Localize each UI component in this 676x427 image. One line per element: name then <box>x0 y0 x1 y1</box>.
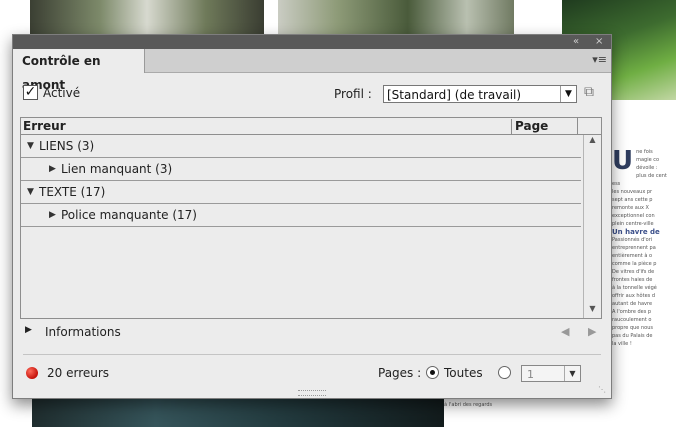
document-line: les nouveaux pr <box>612 189 653 195</box>
document-line: plein centre-ville <box>612 221 654 227</box>
document-line: A l'ombre des p <box>612 309 652 315</box>
document-line: comme la pièce p <box>612 261 657 267</box>
document-line: De vitres d'ifs de <box>612 269 655 275</box>
status-bar: 20 erreurs Pages : Toutes 1 ▼ <box>23 365 601 385</box>
panel-titlebar[interactable]: « × <box>13 35 611 49</box>
document-line: la ville ! <box>612 341 632 347</box>
chevron-down-icon: ▼ <box>560 86 576 102</box>
page-range-field[interactable]: 1 ▼ <box>521 365 581 382</box>
previous-arrow-icon[interactable]: ◀ <box>561 325 569 338</box>
document-subheading: Un havre de <box>612 228 660 236</box>
disclosure-closed-icon[interactable]: ▶ <box>49 158 56 180</box>
column-divider <box>577 118 578 134</box>
panel-menu-icon[interactable]: ▾≡ <box>592 53 607 66</box>
row-label: Lien manquant (3) <box>61 162 173 176</box>
close-icon[interactable]: × <box>595 35 603 49</box>
info-section: ▶ Informations ◀ ▶ <box>25 325 605 343</box>
profile-value: [Standard] (de travail) <box>387 88 522 102</box>
page-range-value: 1 <box>527 368 534 381</box>
next-arrow-icon[interactable]: ▶ <box>588 325 596 338</box>
active-checkbox[interactable]: ✓ <box>23 85 38 100</box>
table-row[interactable]: ▶ Police manquante (17) <box>21 204 581 227</box>
document-line: propre que nous <box>612 325 653 331</box>
document-line: autant de havre <box>612 301 653 307</box>
disclosure-open-icon[interactable]: ▼ <box>27 181 34 203</box>
table-row[interactable]: ▼ LIENS (3) <box>21 135 581 158</box>
all-pages-label: Toutes <box>444 366 483 380</box>
row-label: LIENS (3) <box>39 139 95 153</box>
document-line: entièrement à o <box>612 253 653 259</box>
table-body: ▼ LIENS (3) ▶ Lien manquant (3) ▼ TEXTE … <box>21 135 581 318</box>
document-text-column: U ne fois magie co dévoile : plus de cen… <box>612 148 674 418</box>
document-line: offrir aux hôtes d <box>612 293 656 299</box>
document-line: raucoulement o <box>612 317 652 323</box>
table-row[interactable]: ▼ TEXTE (17) <box>21 181 581 204</box>
options-row: ✓ Activé Profil : [Standard] (de travail… <box>23 84 602 107</box>
document-paragraph: Passionnés d'ori entreprennent pa entièr… <box>612 236 674 348</box>
profile-label: Profil : <box>334 87 372 101</box>
drop-cap: U <box>612 148 634 176</box>
table-row[interactable]: ▶ Lien manquant (3) <box>21 158 581 181</box>
document-line: Passionnés d'ori <box>612 237 653 243</box>
info-label[interactable]: Informations <box>45 325 121 339</box>
pages-label: Pages : <box>378 366 422 380</box>
document-line: frontes haies de <box>612 277 653 283</box>
panel-collapse-handle[interactable] <box>298 390 326 396</box>
document-line: entreprennent pa <box>612 245 656 251</box>
document-line: sept ans cette p <box>612 197 653 203</box>
radio-page-range[interactable] <box>498 366 511 379</box>
column-header-error[interactable]: Erreur <box>23 119 66 133</box>
document-line: remonte aux X <box>612 205 649 211</box>
profile-select[interactable]: [Standard] (de travail) ▼ <box>383 85 577 103</box>
disclosure-open-icon[interactable]: ▼ <box>27 135 34 157</box>
error-status-icon <box>26 367 38 379</box>
error-count[interactable]: 20 erreurs <box>47 366 109 380</box>
active-label: Activé <box>43 86 81 100</box>
divider <box>23 354 601 355</box>
preflight-panel: « × Contrôle en amont ▾≡ ✓ Activé Profil… <box>12 34 612 399</box>
double-chevron-left-icon[interactable]: « <box>573 35 579 49</box>
panel-tab-row: Contrôle en amont ▾≡ <box>13 49 611 92</box>
tab-preflight[interactable]: Contrôle en amont <box>13 49 145 92</box>
document-line: à la tonnelle végé <box>612 285 657 291</box>
row-label: Police manquante (17) <box>61 208 197 222</box>
table-header: Erreur Page <box>21 118 601 135</box>
resize-grip-icon[interactable]: ⋱ <box>598 385 608 395</box>
scroll-down-icon[interactable]: ▼ <box>584 304 601 318</box>
row-label: TEXTE (17) <box>39 185 106 199</box>
chevron-down-icon[interactable]: ▼ <box>564 366 580 381</box>
vertical-scrollbar[interactable]: ▲ ▼ <box>583 135 601 318</box>
error-table: Erreur Page ▼ LIENS (3) ▶ Lien manquant … <box>20 117 602 319</box>
document-line: à l'abri des regards <box>444 402 493 408</box>
disclosure-closed-icon[interactable]: ▶ <box>25 325 32 335</box>
disclosure-closed-icon[interactable]: ▶ <box>49 204 56 226</box>
document-line: exceptionnel con <box>612 213 655 219</box>
column-header-page[interactable]: Page <box>511 119 548 135</box>
document-line: pas du Palais de <box>612 333 653 339</box>
scroll-up-icon[interactable]: ▲ <box>584 135 601 149</box>
define-profiles-icon[interactable]: ⧉ <box>584 84 602 102</box>
radio-all-pages[interactable] <box>426 366 439 379</box>
